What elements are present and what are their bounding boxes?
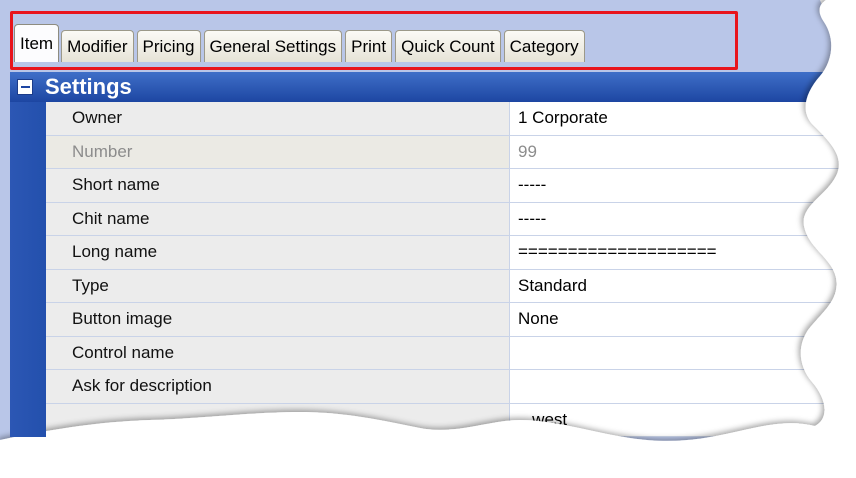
torn-edge-overlay xyxy=(0,0,856,478)
